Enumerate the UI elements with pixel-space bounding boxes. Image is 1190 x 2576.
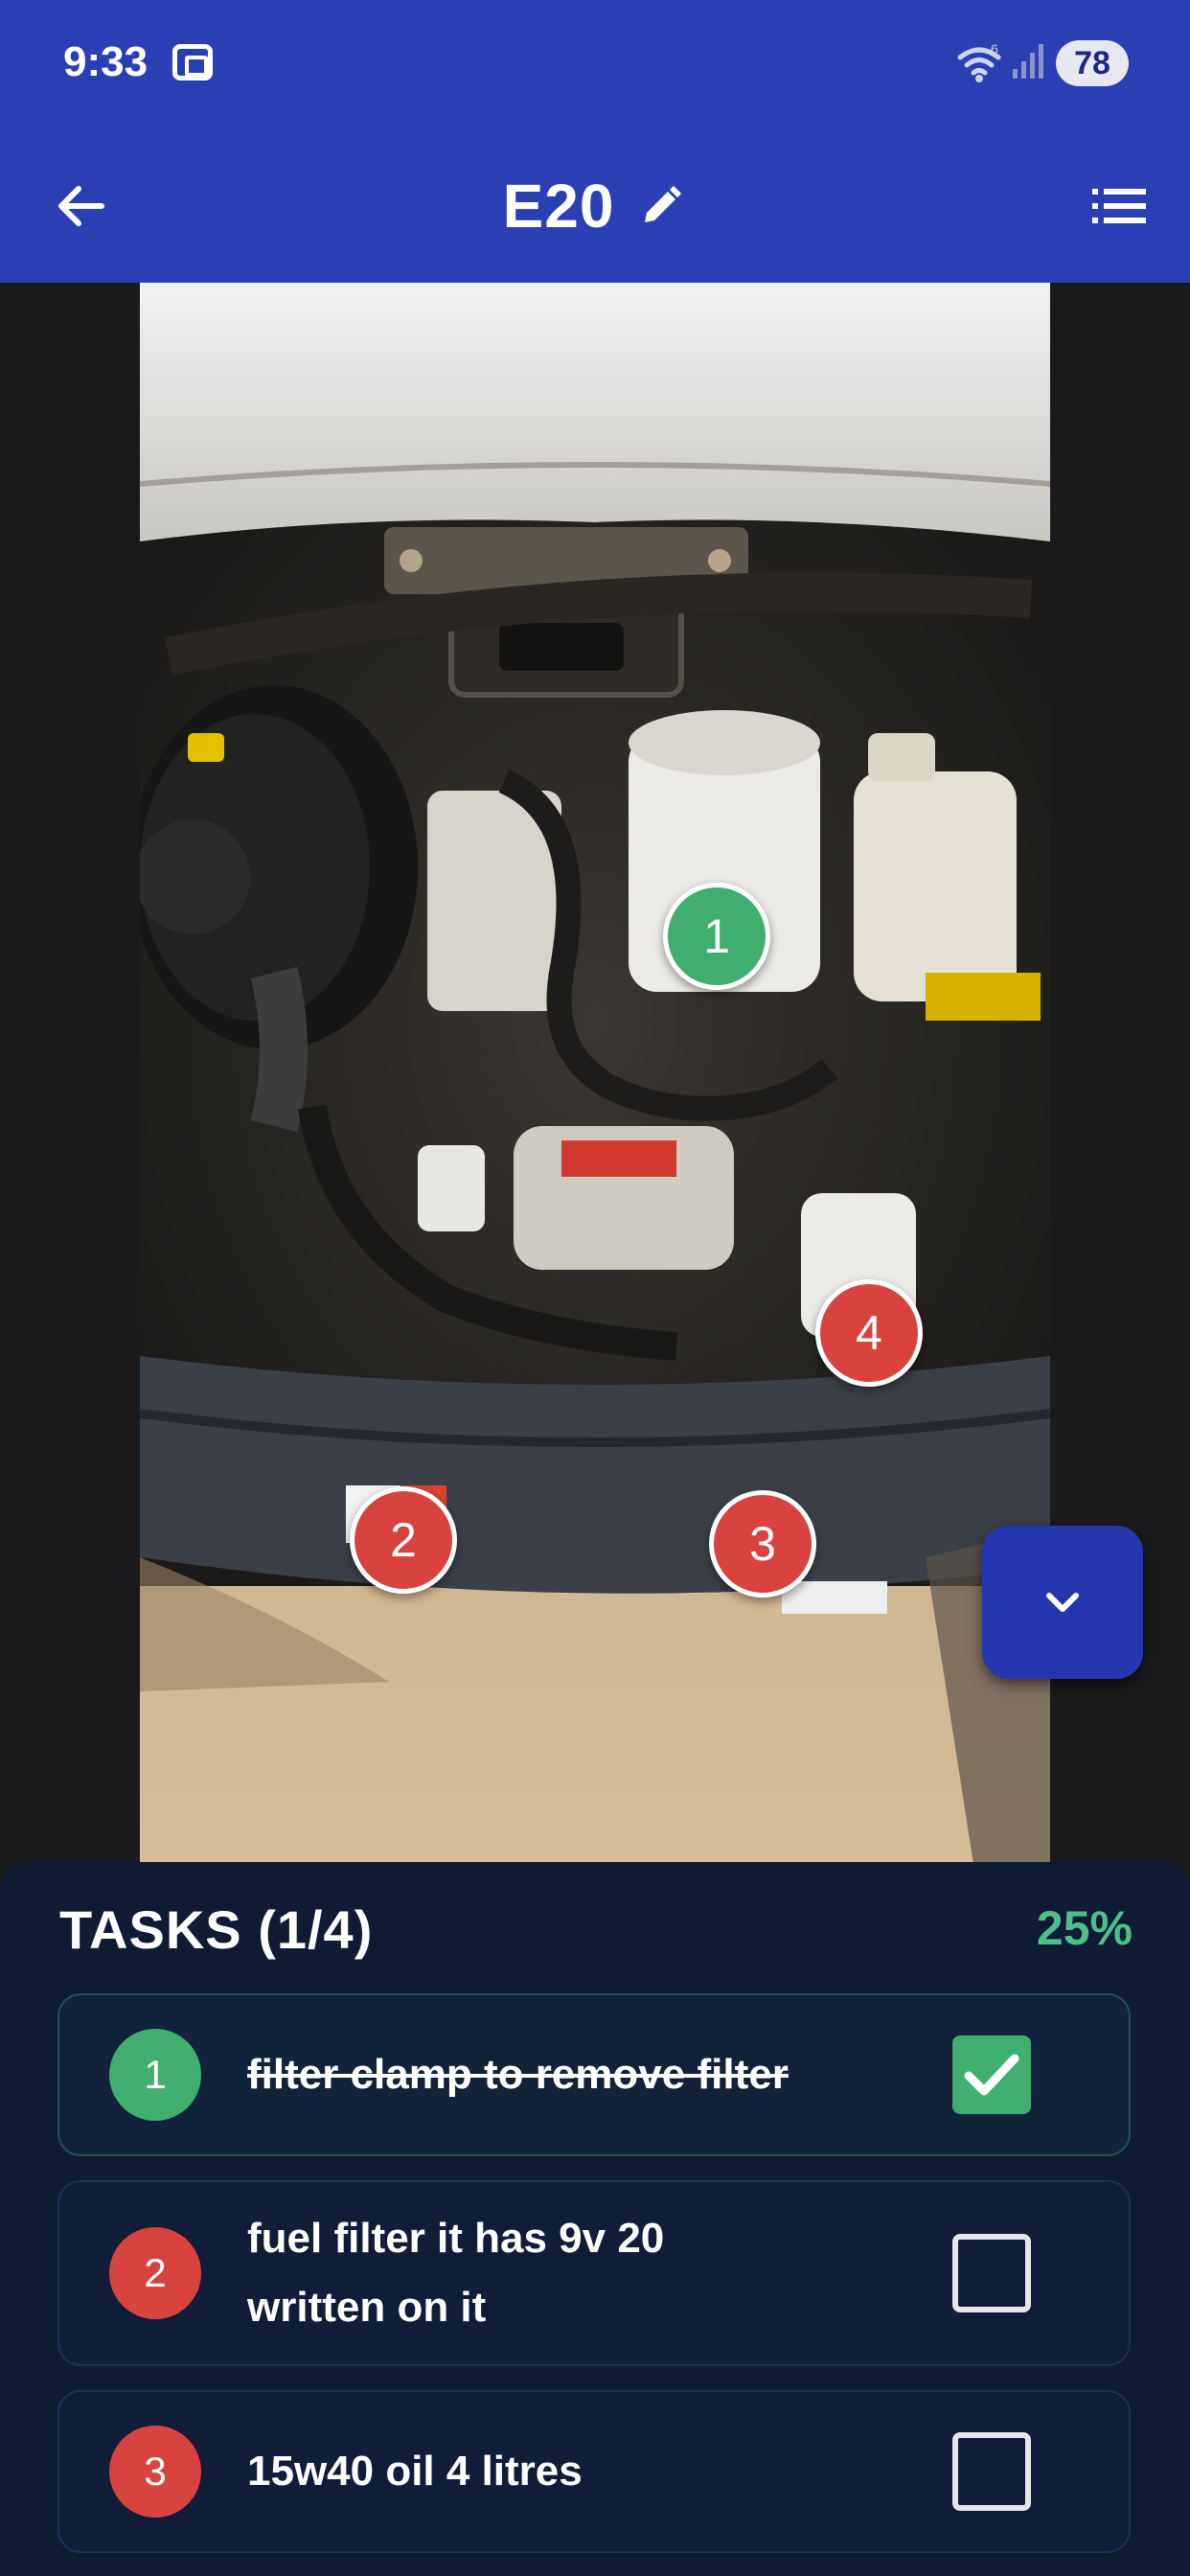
task-list-button[interactable] <box>1085 172 1154 241</box>
wifi-icon: 6 <box>957 42 1001 82</box>
app-bar: E20 <box>0 129 1190 283</box>
marker-1[interactable]: 1 <box>663 883 770 990</box>
task-text: fuel filter it has 9v 20 written on it <box>247 2215 665 2331</box>
app-title-group: E20 <box>0 129 1190 283</box>
task-text: 15w40 oil 4 litres <box>247 2448 583 2495</box>
marker-label: 2 <box>390 1513 417 1567</box>
engine-photo[interactable] <box>140 283 1050 1864</box>
svg-text:6: 6 <box>991 42 998 57</box>
signal-icon <box>1013 44 1043 79</box>
task-number-badge: 2 <box>109 2227 201 2319</box>
list-icon <box>1092 189 1146 223</box>
battery-indicator: 78 <box>1056 40 1129 86</box>
chevron-down-icon <box>1046 1593 1079 1612</box>
task-checkbox[interactable] <box>952 2432 1031 2511</box>
edit-title-button[interactable] <box>635 180 687 232</box>
checkmark-icon <box>964 2054 1019 2096</box>
marker-label: 4 <box>856 1306 882 1360</box>
back-button[interactable] <box>46 172 115 241</box>
task-item-2[interactable]: 2 fuel filter it has 9v 20 written on it <box>57 2180 1131 2366</box>
marker-label: 1 <box>703 909 730 963</box>
page-title: E20 <box>502 172 615 241</box>
task-checkbox[interactable] <box>952 2036 1031 2114</box>
task-item-1[interactable]: 1 filter clamp to remove filter <box>57 1993 1131 2156</box>
collapse-tasks-button[interactable] <box>982 1526 1143 1679</box>
task-text: filter clamp to remove filter <box>247 2051 789 2098</box>
marker-label: 3 <box>749 1517 776 1571</box>
tasks-panel: TASKS (1/4) 25% 1 filter clamp to remove… <box>0 1862 1190 2576</box>
task-number-badge: 1 <box>109 2029 201 2121</box>
back-arrow-icon <box>58 186 104 226</box>
marker-2[interactable]: 2 <box>350 1486 457 1594</box>
marker-3[interactable]: 3 <box>709 1490 816 1598</box>
status-bar: 9:33 6 78 <box>0 0 1190 129</box>
marker-4[interactable]: 4 <box>815 1279 923 1387</box>
task-checkbox[interactable] <box>952 2234 1031 2312</box>
task-item-3[interactable]: 3 15w40 oil 4 litres <box>57 2390 1131 2553</box>
tasks-progress-percent: 25% <box>1036 1901 1133 1955</box>
task-number-badge: 3 <box>109 2426 201 2518</box>
pencil-icon <box>645 186 682 222</box>
screenshot-icon <box>172 44 213 80</box>
status-time: 9:33 <box>63 38 149 85</box>
tasks-title: TASKS (1/4) <box>59 1899 374 1960</box>
